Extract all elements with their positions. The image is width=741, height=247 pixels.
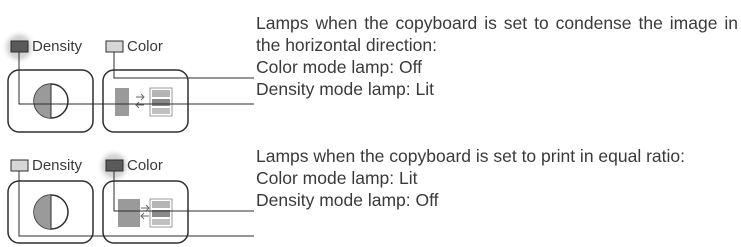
color-lamp-label: Color <box>127 38 163 55</box>
description-heading: Lamps when the copyboard is set to conde… <box>256 13 738 55</box>
density-lamp <box>10 159 29 172</box>
color-button[interactable] <box>102 180 189 244</box>
half-circle-icon <box>33 194 69 230</box>
density-lamp-label: Density <box>32 157 83 174</box>
density-lamp-label: Density <box>32 38 83 55</box>
density-lamp-state: Density mode lamp: Lit <box>256 79 434 99</box>
description-heading: Lamps when the copyboard is set to print… <box>256 146 685 166</box>
density-lamp-state: Density mode lamp: Off <box>256 190 439 210</box>
half-circle-icon <box>33 83 69 119</box>
description-condense: Lamps when the copyboard is set to conde… <box>256 12 738 100</box>
color-lamp-label: Color <box>127 157 163 174</box>
color-lamp-state: Color mode lamp: Off <box>256 57 422 77</box>
color-lamp <box>105 159 124 172</box>
leader-line-color <box>113 52 254 79</box>
density-lamp <box>10 40 29 53</box>
color-mode-icon <box>115 87 173 117</box>
color-lamp-state: Color mode lamp: Lit <box>256 168 418 188</box>
color-mode-icon <box>118 198 173 228</box>
description-equal-ratio: Lamps when the copyboard is set to print… <box>256 145 738 211</box>
color-lamp <box>105 40 124 53</box>
